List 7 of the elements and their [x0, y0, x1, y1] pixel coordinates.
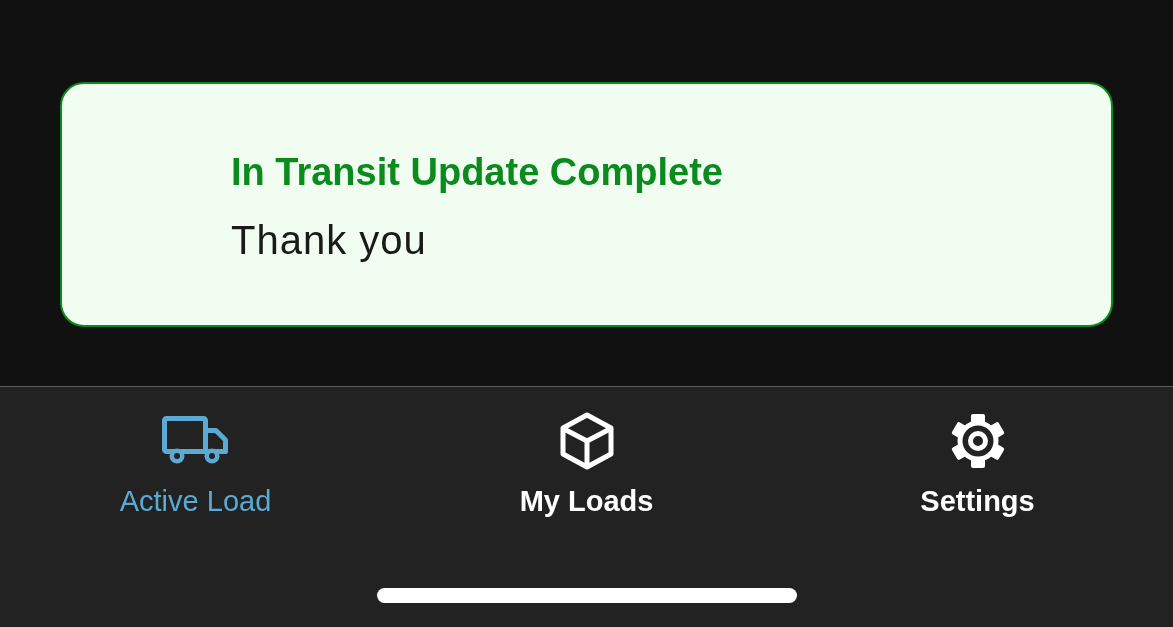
tab-button[interactable]: Active Load — [111, 411, 280, 519]
cube-icon — [558, 412, 615, 470]
tab-button[interactable]: Settings — [912, 411, 1043, 519]
notification-message: Thank you — [231, 217, 427, 264]
tab-button[interactable]: My Loads — [511, 411, 662, 519]
notification-title: In Transit Update Complete — [231, 150, 723, 195]
truck-icon — [162, 416, 229, 466]
